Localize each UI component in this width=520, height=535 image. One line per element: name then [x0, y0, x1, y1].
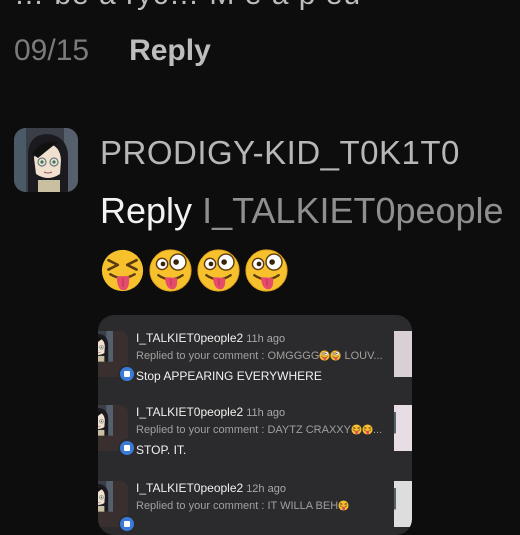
notification-subtitle-suffix: LOUV... — [341, 350, 383, 362]
zany-face-icon — [196, 248, 241, 293]
reply-to-line: Reply I_TALKIET0people — [100, 190, 504, 232]
notification-subtitle: Replied to your comment : IT WILLA BEH — [136, 500, 339, 512]
reply-button[interactable]: Reply — [129, 34, 211, 68]
grimace-emoji-icon — [319, 350, 330, 361]
notification-subtitle: Replied to your comment : DAYTZ CRAXXY — [136, 424, 351, 436]
notification-thumbnail — [394, 481, 412, 527]
notification-time: 12h ago — [246, 483, 286, 495]
notification-time: 11h ago — [246, 333, 286, 345]
notification-user: I_TALKIET0people2 — [136, 405, 244, 419]
notification-message: STOP. IT. — [136, 443, 187, 457]
zany-emoji-icon — [362, 424, 373, 435]
notification-thumbnail — [394, 331, 412, 377]
comment-username[interactable]: PRODIGY-KID_T0K1T0 — [100, 134, 460, 172]
notification-user: I_TALKIET0people2 — [136, 481, 244, 495]
zany-emoji-icon — [351, 424, 362, 435]
notification-subtitle-suffix: ... — [372, 424, 383, 436]
notification-item[interactable]: I_TALKIET0people2 11h ago Replied to your… — [98, 331, 412, 401]
grimace-emoji-icon — [330, 350, 341, 361]
comment-meta-row: 09/15 Reply — [14, 34, 211, 68]
notification-item[interactable]: I_TALKIET0people2 11h ago Replied to your… — [98, 405, 412, 475]
notification-subtitle: Replied to your comment : OMGGGG — [136, 350, 320, 362]
reply-target-user[interactable]: I_TALKIET0people — [202, 190, 504, 231]
notification-user: I_TALKIET0people2 — [136, 331, 244, 345]
notification-message: Stop APPEARING EVERYWHERE — [136, 369, 322, 383]
cut-off-comment-text: … be a ryc… M e a p eu — [14, 0, 361, 12]
attached-screenshot[interactable]: I_TALKIET0people2 11h ago Replied to your… — [98, 315, 412, 535]
zany-face-icon — [244, 248, 289, 293]
zany-emoji-icon — [338, 500, 349, 511]
squinting-tongue-face-icon — [100, 248, 145, 293]
comment-badge-icon — [118, 515, 136, 533]
reply-word: Reply — [100, 190, 193, 231]
notification-thumbnail — [394, 405, 412, 451]
emoji-row — [100, 248, 289, 293]
comment-badge-icon — [118, 365, 136, 383]
notification-time: 11h ago — [246, 407, 286, 419]
comment-badge-icon — [118, 439, 136, 457]
comment-date: 09/15 — [14, 34, 90, 67]
notification-item[interactable]: I_TALKIET0people2 12h ago Replied to your… — [98, 481, 412, 535]
avatar[interactable] — [14, 128, 78, 192]
zany-face-icon — [148, 248, 193, 293]
anime-avatar-image — [14, 128, 78, 192]
